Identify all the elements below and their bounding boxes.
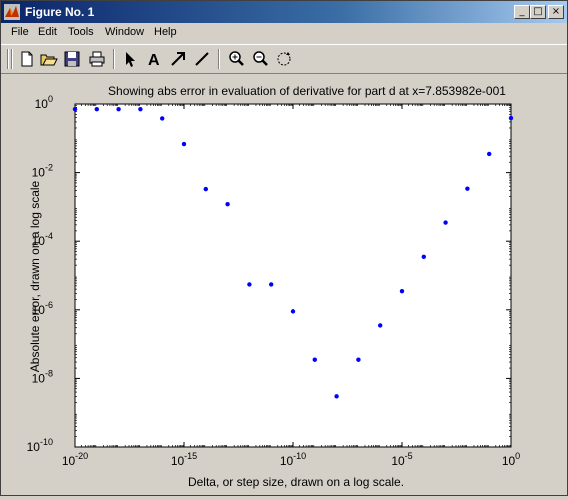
data-point [160,116,165,121]
title-bar[interactable]: Figure No. 1 _ □ × [1,1,567,23]
data-point [334,394,339,399]
scatter-chart: 10-20 10-15 10-10 10-5 10010-1010-810-610-41… [27,84,521,489]
menu-edit[interactable]: Edit [38,26,57,38]
data-point [203,186,208,192]
menu-file[interactable]: File [11,26,29,38]
close-icon: × [551,6,561,17]
data-point [225,201,230,207]
zoom-out-icon[interactable] [250,49,270,69]
toolbar-grip [7,49,9,69]
x-tick-label: 10-20 [62,451,88,468]
new-file-icon[interactable] [17,49,37,69]
line-tool-icon[interactable] [192,49,212,69]
toolbar-separator [218,49,220,69]
data-point [465,186,470,191]
y-tick-label: 10-10 [27,437,53,454]
data-point [399,288,405,294]
data-point [443,220,448,225]
menu-tools[interactable]: Tools [68,26,94,38]
zoom-in-icon[interactable] [226,49,246,69]
x-tick-label: 10-10 [280,451,306,468]
y-axis-label: Absolute error, drawn on a log scale [28,180,42,372]
data-point [421,254,426,260]
close-button[interactable]: × [548,5,564,19]
data-point [508,115,514,121]
svg-text:A: A [148,52,160,69]
data-point [181,141,187,147]
maximize-icon: □ [533,6,543,17]
data-point [94,106,100,112]
x-axis-label: Delta, or step size, drawn on a log scal… [188,475,404,489]
print-icon[interactable] [87,49,107,69]
minimize-button[interactable]: _ [514,5,530,19]
data-point [356,357,361,362]
data-point [487,151,492,157]
toolbar-grip [11,49,13,69]
figure-window: Figure No. 1 _ □ × File Edit Tools Windo… [0,0,568,496]
minimize-icon: _ [519,6,525,17]
y-tick-label: 10-2 [32,163,53,180]
open-folder-icon[interactable] [39,49,59,69]
toolbar-separator [113,49,115,69]
data-point [138,106,143,112]
data-point [312,357,317,362]
toolbar: A [1,44,567,74]
select-arrow-icon[interactable] [120,49,140,69]
menu-help[interactable]: Help [154,26,177,38]
x-tick-label: 100 [502,451,520,468]
x-tick-label: 10-5 [391,451,412,468]
data-point [290,309,296,314]
arrow-tool-icon[interactable] [168,49,188,69]
y-tick-label: 100 [35,94,53,111]
chart-title: Showing abs error in evaluation of deriv… [108,84,506,98]
menu-bar: File Edit Tools Window Help [1,23,567,43]
axes-box [74,103,512,448]
rotate-icon[interactable] [274,49,294,69]
window-title: Figure No. 1 [25,5,95,19]
save-icon[interactable] [62,49,82,69]
matlab-logo-icon [4,4,20,20]
x-tick-label: 10-15 [171,451,197,468]
data-point [247,282,252,287]
maximize-button[interactable]: □ [530,5,546,19]
data-point [72,106,78,112]
menu-window[interactable]: Window [105,26,144,38]
data-point [378,323,383,328]
plot-area: 10-20 10-15 10-10 10-5 100 10-10 10-8 10-6 10-4 1… [1,73,567,495]
data-point [116,106,121,112]
text-tool-icon[interactable]: A [144,49,164,69]
data-point [269,282,274,287]
